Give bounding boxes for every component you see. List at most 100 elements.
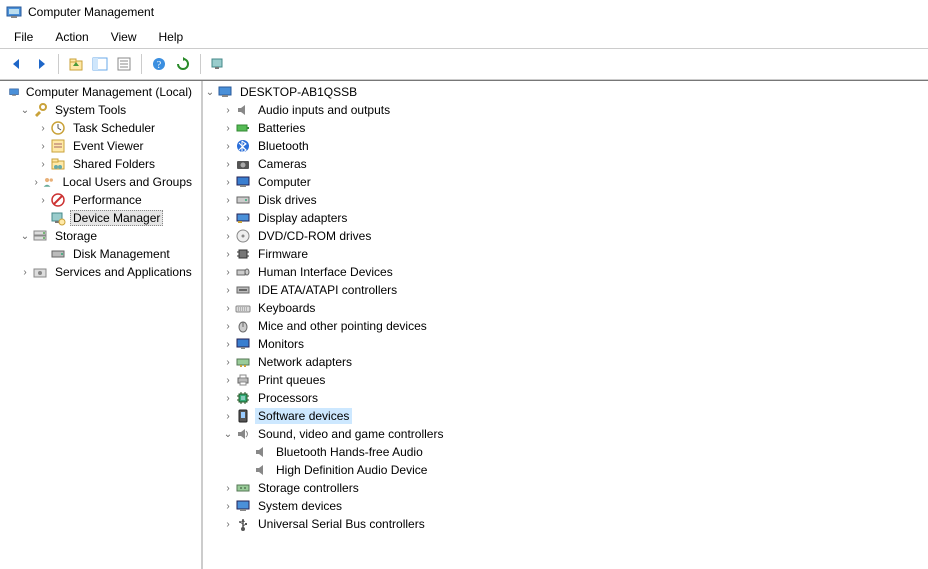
- device-label: Cameras: [255, 156, 310, 172]
- expand-icon[interactable]: ›: [221, 283, 235, 297]
- refresh-button[interactable]: [172, 53, 194, 75]
- event-icon: [50, 138, 66, 154]
- expand-icon[interactable]: ›: [221, 229, 235, 243]
- device-bt-handsfree[interactable]: ›Bluetooth Hands-free Audio: [203, 443, 928, 461]
- expand-icon[interactable]: ⌄: [203, 85, 217, 99]
- device-system-devices[interactable]: ›System devices: [203, 497, 928, 515]
- users-icon: [42, 174, 55, 190]
- expand-icon[interactable]: ›: [30, 175, 42, 189]
- tree-local-users[interactable]: › Local Users and Groups: [0, 173, 201, 191]
- expand-icon[interactable]: ›: [221, 193, 235, 207]
- up-button[interactable]: [65, 53, 87, 75]
- menu-action[interactable]: Action: [45, 26, 98, 48]
- cpu-icon: [235, 390, 251, 406]
- device-hd-audio[interactable]: ›High Definition Audio Device: [203, 461, 928, 479]
- console-tree[interactable]: ▸ Computer Management (Local) ⌄ System T…: [0, 81, 202, 569]
- clock-icon: [50, 120, 66, 136]
- network-icon: [235, 354, 251, 370]
- expand-icon[interactable]: ›: [221, 121, 235, 135]
- expand-icon[interactable]: ⌄: [221, 427, 235, 441]
- expand-icon[interactable]: ›: [221, 391, 235, 405]
- tree-disk-management[interactable]: › Disk Management: [0, 245, 201, 263]
- device-dvd[interactable]: ›DVD/CD-ROM drives: [203, 227, 928, 245]
- device-sound[interactable]: ⌄Sound, video and game controllers: [203, 425, 928, 443]
- expand-icon[interactable]: ›: [221, 103, 235, 117]
- expand-icon[interactable]: ›: [221, 499, 235, 513]
- tree-services-apps[interactable]: › Services and Applications: [0, 263, 201, 281]
- monitor-icon: [235, 336, 251, 352]
- device-storage-ctrl[interactable]: ›Storage controllers: [203, 479, 928, 497]
- device-display-adapters[interactable]: ›Display adapters: [203, 209, 928, 227]
- toolbar-separator: [58, 54, 59, 74]
- expand-icon[interactable]: ⌄: [18, 103, 32, 117]
- expand-icon[interactable]: ›: [36, 139, 50, 153]
- menu-file[interactable]: File: [4, 26, 43, 48]
- performance-icon: [50, 192, 66, 208]
- expand-icon[interactable]: ›: [221, 319, 235, 333]
- device-cameras[interactable]: › Cameras: [203, 155, 928, 173]
- expand-icon[interactable]: ›: [221, 517, 235, 531]
- expand-icon[interactable]: ›: [221, 355, 235, 369]
- mouse-icon: [235, 318, 251, 334]
- show-hide-tree-button[interactable]: [89, 53, 111, 75]
- device-batteries[interactable]: ›Batteries: [203, 119, 928, 137]
- forward-button[interactable]: [30, 53, 52, 75]
- expand-icon[interactable]: ›: [221, 247, 235, 261]
- speaker-icon: [235, 102, 251, 118]
- device-mice[interactable]: ›Mice and other pointing devices: [203, 317, 928, 335]
- tree-system-tools[interactable]: ⌄ System Tools: [0, 101, 201, 119]
- device-audio-io[interactable]: ›Audio inputs and outputs: [203, 101, 928, 119]
- expand-icon[interactable]: ›: [36, 157, 50, 171]
- tree-root-label: Computer Management (Local): [23, 84, 195, 100]
- device-computer-root[interactable]: ⌄ DESKTOP-AB1QSSB: [203, 83, 928, 101]
- device-hid[interactable]: ›Human Interface Devices: [203, 263, 928, 281]
- expand-icon[interactable]: ⌄: [18, 229, 32, 243]
- expand-icon[interactable]: ›: [221, 481, 235, 495]
- device-label: Keyboards: [255, 300, 318, 316]
- device-monitors[interactable]: ›Monitors: [203, 335, 928, 353]
- tree-task-scheduler[interactable]: › Task Scheduler: [0, 119, 201, 137]
- expand-icon[interactable]: ›: [221, 409, 235, 423]
- device-label: Network adapters: [255, 354, 355, 370]
- tree-device-manager[interactable]: › Device Manager: [0, 209, 201, 227]
- device-software-devices[interactable]: ›Software devices: [203, 407, 928, 425]
- device-ide[interactable]: › IDE ATA/ATAPI controllers: [203, 281, 928, 299]
- computer-management-window: Computer Management File Action View Hel…: [0, 0, 928, 569]
- expand-icon[interactable]: ›: [221, 337, 235, 351]
- device-computer[interactable]: ›Computer: [203, 173, 928, 191]
- tree-storage[interactable]: ⌄ Storage: [0, 227, 201, 245]
- expand-icon[interactable]: ›: [221, 211, 235, 225]
- expand-icon[interactable]: ›: [221, 139, 235, 153]
- properties-button[interactable]: [113, 53, 135, 75]
- device-label: IDE ATA/ATAPI controllers: [255, 282, 400, 298]
- device-tree[interactable]: ⌄ DESKTOP-AB1QSSB ›Audio inputs and outp…: [202, 81, 928, 569]
- expand-icon[interactable]: ›: [221, 157, 235, 171]
- device-firmware[interactable]: ›Firmware: [203, 245, 928, 263]
- expand-icon[interactable]: ›: [221, 301, 235, 315]
- device-network[interactable]: › Network adapters: [203, 353, 928, 371]
- device-usb[interactable]: ›Universal Serial Bus controllers: [203, 515, 928, 533]
- expand-icon[interactable]: ›: [36, 121, 50, 135]
- expand-icon[interactable]: ›: [221, 373, 235, 387]
- expand-icon[interactable]: ›: [18, 265, 32, 279]
- tree-event-viewer[interactable]: › Event Viewer: [0, 137, 201, 155]
- scan-hardware-button[interactable]: [207, 53, 229, 75]
- camera-icon: [235, 156, 251, 172]
- expand-icon[interactable]: ›: [221, 265, 235, 279]
- tree-shared-folders[interactable]: › Shared Folders: [0, 155, 201, 173]
- device-disk-drives[interactable]: ›Disk drives: [203, 191, 928, 209]
- device-print-queues[interactable]: ›Print queues: [203, 371, 928, 389]
- back-button[interactable]: [6, 53, 28, 75]
- menu-view[interactable]: View: [101, 26, 147, 48]
- menu-help[interactable]: Help: [149, 26, 194, 48]
- services-icon: [32, 264, 48, 280]
- expand-icon[interactable]: ›: [36, 193, 50, 207]
- expand-icon[interactable]: ›: [221, 175, 235, 189]
- help-button[interactable]: ?: [148, 53, 170, 75]
- device-bluetooth[interactable]: ›Bluetooth: [203, 137, 928, 155]
- tree-performance[interactable]: › Performance: [0, 191, 201, 209]
- disk-icon: [50, 246, 66, 262]
- device-keyboards[interactable]: › Keyboards: [203, 299, 928, 317]
- device-processors[interactable]: ›Processors: [203, 389, 928, 407]
- tree-root[interactable]: ▸ Computer Management (Local): [0, 83, 201, 101]
